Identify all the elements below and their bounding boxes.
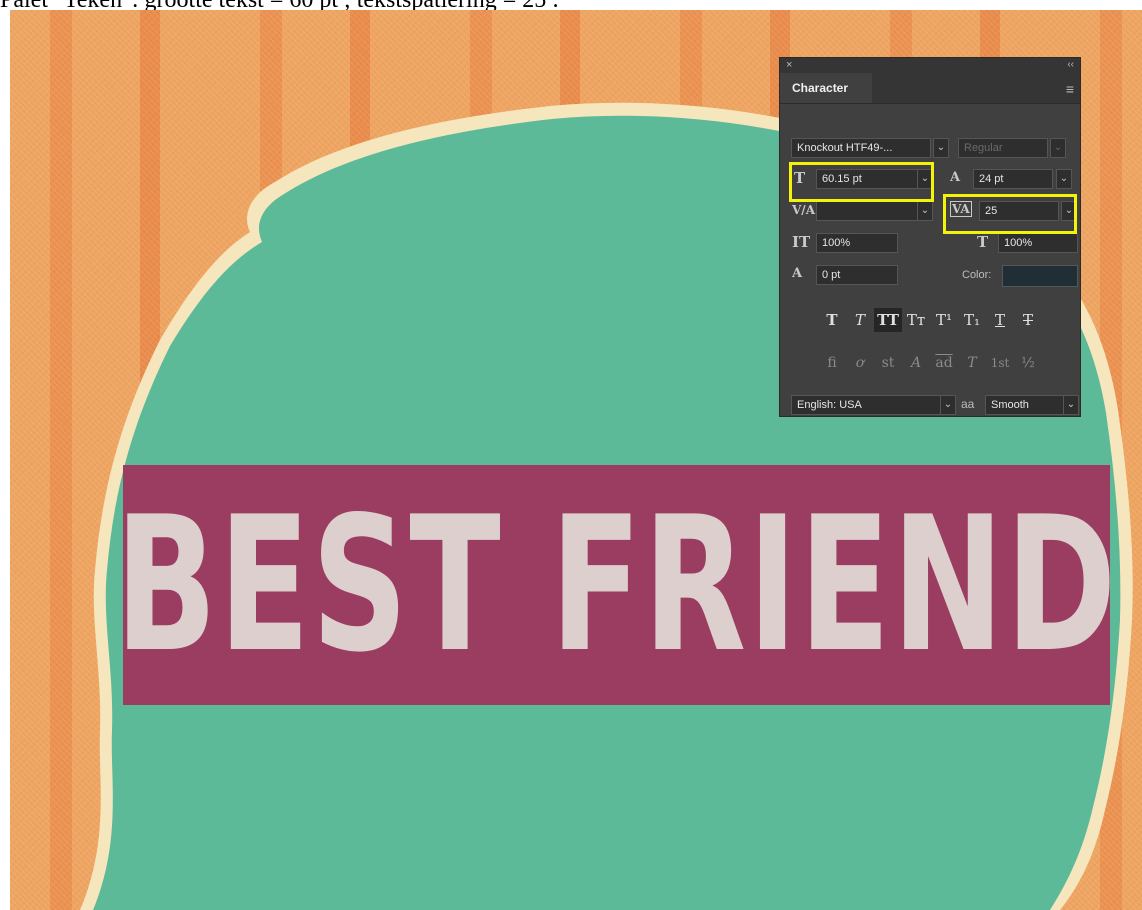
text-color-swatch[interactable]	[1002, 265, 1078, 287]
swash-button[interactable]: A	[902, 351, 930, 375]
close-icon[interactable]: ×	[786, 59, 792, 71]
small-caps-button[interactable]: Tт	[902, 308, 930, 332]
kerning-select[interactable]	[816, 201, 926, 221]
tracking-input[interactable]: 25	[979, 201, 1059, 221]
underline-button[interactable]: T	[986, 308, 1014, 332]
faux-bold-button[interactable]: T	[818, 308, 846, 332]
superscript-button[interactable]: T¹	[930, 308, 958, 332]
chevron-down-icon[interactable]: ⌄	[917, 169, 933, 189]
chevron-down-icon[interactable]: ⌄	[917, 201, 933, 221]
banner-title-text: BEST FRIEND	[115, 476, 1118, 693]
chevron-down-icon[interactable]: ⌄	[1063, 395, 1079, 415]
horizontal-scale-input[interactable]: 100%	[998, 233, 1078, 253]
horizontal-scale-icon: T	[977, 233, 989, 251]
panel-tab-bar: Character ≡	[780, 73, 1080, 104]
title-banner: BEST FRIEND	[115, 465, 1118, 705]
color-label: Color:	[962, 269, 992, 281]
titling-alternates-button[interactable]: T	[958, 351, 986, 375]
collapse-icon[interactable]: ‹‹	[1067, 59, 1074, 70]
font-size-icon: T	[794, 169, 806, 187]
tab-character[interactable]: Character	[780, 73, 872, 103]
ordinals-button[interactable]: 1st	[986, 351, 1014, 375]
chevron-down-icon[interactable]: ⌄	[1050, 138, 1066, 158]
chevron-down-icon[interactable]: ⌄	[1056, 169, 1072, 189]
chevron-down-icon[interactable]: ⌄	[940, 395, 956, 415]
faux-italic-button[interactable]: T	[846, 308, 874, 332]
kerning-icon: V/A	[792, 203, 816, 217]
type-style-buttons: T T TT Tт T¹ T₁ T T	[780, 308, 1080, 332]
leading-input[interactable]: 24 pt	[973, 169, 1053, 189]
chevron-down-icon[interactable]: ⌄	[933, 138, 949, 158]
panel-menu-icon[interactable]: ≡	[1066, 81, 1074, 97]
language-select[interactable]: English: USA	[791, 395, 941, 415]
discretionary-ligatures-button[interactable]: ơ	[846, 351, 874, 375]
vertical-scale-icon: IT	[792, 233, 811, 251]
all-caps-button[interactable]: TT	[874, 308, 902, 332]
vertical-scale-input[interactable]: 100%	[816, 233, 898, 253]
stylistic-alternates-button[interactable]: ad	[930, 351, 958, 375]
font-style-select[interactable]: Regular	[958, 138, 1048, 158]
historical-ligatures-button[interactable]: st	[874, 351, 902, 375]
antialias-select[interactable]: Smooth	[985, 395, 1065, 415]
subscript-button[interactable]: T₁	[958, 308, 986, 332]
character-panel: × ‹‹ Character ≡ Knockout HTF49-... ⌄ Re…	[779, 57, 1081, 417]
chevron-down-icon[interactable]: ⌄	[1061, 201, 1077, 221]
ligatures-button[interactable]: fi	[818, 351, 846, 375]
baseline-shift-input[interactable]: 0 pt	[816, 265, 898, 285]
font-size-input[interactable]: 60.15 pt	[816, 169, 926, 189]
leading-icon: A	[950, 170, 961, 185]
opentype-buttons: fi ơ st A ad T 1st ½	[780, 351, 1080, 375]
baseline-shift-icon: A	[792, 266, 803, 281]
tracking-icon: VA	[950, 201, 972, 217]
panel-title-strip: × ‹‹	[780, 58, 1080, 73]
antialias-icon: aa	[961, 397, 975, 411]
fractions-button[interactable]: ½	[1014, 351, 1042, 375]
font-family-select[interactable]: Knockout HTF49-...	[791, 138, 931, 158]
strikethrough-button[interactable]: T	[1014, 308, 1042, 332]
